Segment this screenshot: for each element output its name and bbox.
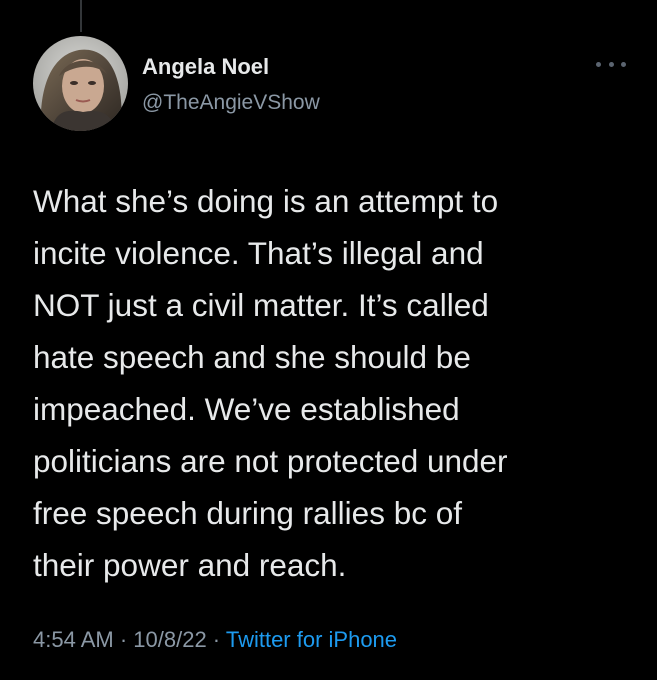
tweet-time[interactable]: 4:54 AM	[33, 627, 114, 652]
meta-separator-2: ·	[206, 627, 226, 652]
author-handle[interactable]: @TheAngieVShow	[142, 91, 320, 115]
author-avatar[interactable]	[33, 36, 128, 131]
avatar-image	[33, 36, 128, 131]
tweet-date[interactable]: 10/8/22	[133, 627, 206, 652]
thread-connector-line	[80, 0, 82, 32]
more-dot-3	[621, 61, 626, 67]
tweet-source-link[interactable]: Twitter for iPhone	[226, 627, 397, 652]
tweet-metadata: 4:54 AM · 10/8/22 · Twitter for iPhone	[33, 627, 397, 653]
tweet-text: What she’s doing is an attempt to incite…	[33, 183, 508, 583]
more-dot-2	[608, 61, 614, 67]
more-dot-1	[596, 61, 601, 67]
author-name[interactable]: Angela Noel	[142, 54, 269, 80]
meta-separator: ·	[113, 627, 134, 652]
more-options-icon[interactable]	[596, 56, 626, 72]
